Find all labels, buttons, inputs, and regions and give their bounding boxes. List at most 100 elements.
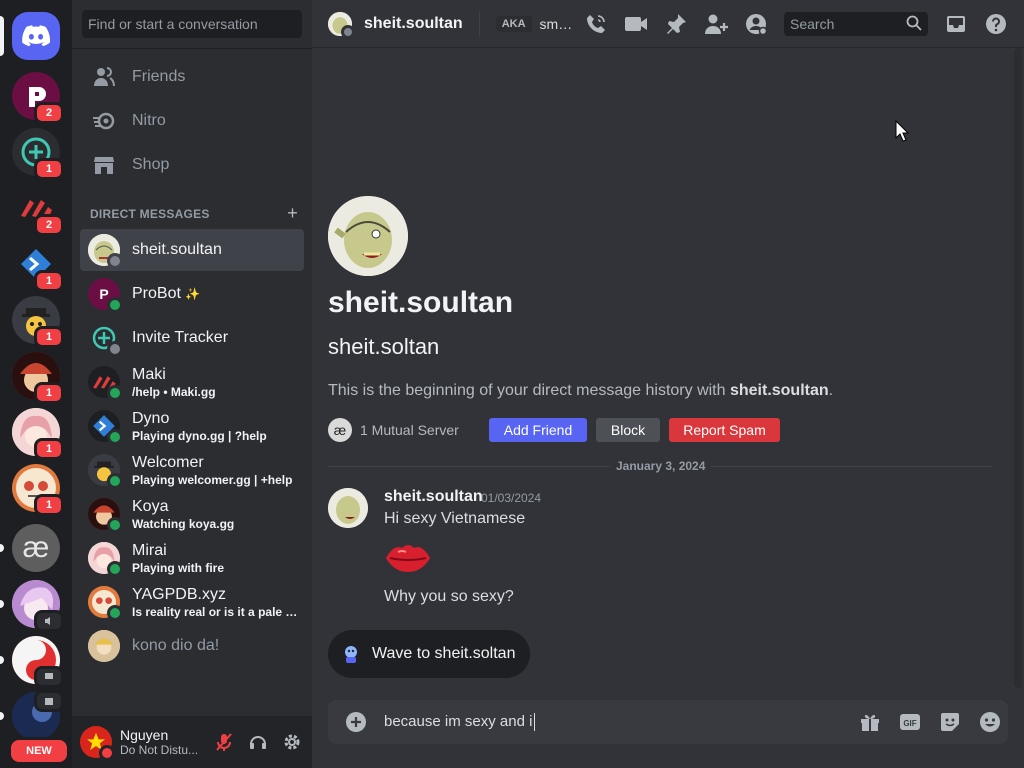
dm-activity: /help • Maki.gg xyxy=(132,384,216,399)
wave-button[interactable]: Wave to sheit.soltan xyxy=(328,630,530,678)
nav-label: Shop xyxy=(132,156,170,173)
gift-icon[interactable] xyxy=(858,710,882,734)
dm-row-sheit-soultan[interactable]: sheit.soultan xyxy=(80,229,304,271)
nav-shop[interactable]: Shop xyxy=(80,144,304,186)
unread-badge: 2 xyxy=(34,214,64,236)
profile-avatar[interactable] xyxy=(328,196,408,276)
create-dm-button[interactable]: + xyxy=(287,203,298,224)
server-ae[interactable]: æ xyxy=(12,524,60,572)
inbox-icon[interactable] xyxy=(944,12,968,36)
chat-title[interactable]: sheit.soultan xyxy=(364,15,463,33)
status-indicator xyxy=(107,561,123,577)
nav-friends[interactable]: Friends xyxy=(80,56,304,98)
dm-activity: Playing dyno.gg | ?help xyxy=(132,428,267,443)
emoji-icon[interactable] xyxy=(978,710,1002,734)
dm-row-invite-tracker[interactable]: Invite Tracker xyxy=(80,317,304,359)
unread-badge: 1 xyxy=(34,494,64,516)
date-divider-label: January 3, 2024 xyxy=(610,459,712,473)
dm-row-probot[interactable]: P ProBot ✨ xyxy=(80,273,304,315)
unread-badge: 1 xyxy=(34,326,64,348)
settings-gear-icon[interactable] xyxy=(280,730,304,754)
calendar-icon xyxy=(34,690,64,712)
headphones-icon[interactable] xyxy=(246,730,270,754)
find-conversation-input[interactable]: Find or start a conversation xyxy=(82,10,302,38)
search-placeholder: Search xyxy=(790,16,835,32)
new-badge[interactable]: NEW xyxy=(8,737,70,765)
nav-nitro[interactable]: Nitro xyxy=(80,100,304,142)
home-button[interactable] xyxy=(12,12,60,60)
sticker-icon[interactable] xyxy=(938,710,962,734)
status-indicator xyxy=(107,385,123,401)
main-chat: sheit.soultan AKA smell... Search sheit.… xyxy=(312,0,1024,768)
server-maki[interactable]: 2 xyxy=(12,184,64,236)
user-panel: Nguyen Do Not Distu... xyxy=(72,716,312,768)
add-friends-to-dm-icon[interactable] xyxy=(704,12,728,36)
server-welcomer[interactable]: 1 xyxy=(12,296,64,348)
chat-scrollbar[interactable] xyxy=(1014,48,1022,688)
user-profile-icon[interactable] xyxy=(744,12,768,36)
dm-row-kono-dio-da[interactable]: kono dio da! xyxy=(80,625,304,667)
discord-logo-icon xyxy=(12,12,60,60)
scrollbar-track xyxy=(1014,48,1022,688)
server-anime[interactable] xyxy=(12,580,64,632)
dm-row-mirai[interactable]: Mirai Playing with fire xyxy=(80,537,304,579)
mutual-servers-link[interactable]: æ 1 Mutual Server xyxy=(328,418,459,442)
dm-row-welcomer[interactable]: Welcomer Playing welcomer.gg | +help xyxy=(80,449,304,491)
report-spam-button[interactable]: Report Spam xyxy=(669,418,780,442)
unread-badge: 1 xyxy=(34,270,64,292)
unread-badge: 1 xyxy=(34,438,64,460)
dm-header-label: DIRECT MESSAGES xyxy=(90,207,210,221)
dm-row-koya[interactable]: Koya Watching koya.gg xyxy=(80,493,304,535)
dm-row-yagpdb[interactable]: YAGPDB.xyz Is reality real or is it a pa… xyxy=(80,581,304,623)
status-indicator xyxy=(341,24,355,39)
add-friend-button[interactable]: Add Friend xyxy=(489,418,587,442)
avatar xyxy=(88,366,123,401)
server-yagpdb[interactable]: 1 xyxy=(12,464,64,516)
server-probot[interactable]: 2 xyxy=(12,72,64,124)
unread-indicator xyxy=(0,656,4,664)
voice-call-icon[interactable] xyxy=(584,12,608,36)
user-avatar[interactable] xyxy=(80,726,115,761)
kiss-lips-icon xyxy=(384,538,432,582)
sparkle-icon: ✨ xyxy=(185,287,201,301)
avatar xyxy=(88,542,123,577)
dm-name: Invite Tracker xyxy=(132,329,229,346)
block-button[interactable]: Block xyxy=(596,418,660,442)
ae-server-icon: æ xyxy=(12,524,60,572)
server-koya[interactable]: 1 xyxy=(12,352,64,404)
unread-badge: 2 xyxy=(34,102,64,124)
avatar xyxy=(88,322,123,357)
unread-indicator xyxy=(0,600,4,608)
status-indicator xyxy=(107,297,123,313)
dm-row-dyno[interactable]: Dyno Playing dyno.gg | ?help xyxy=(80,405,304,447)
dm-activity: Is reality real or is it a pale illu... xyxy=(132,604,298,619)
dm-name: Koya xyxy=(132,497,169,515)
aka-tag: AKA xyxy=(495,15,532,32)
help-icon[interactable] xyxy=(984,12,1008,36)
server-mirai[interactable]: 1 xyxy=(12,408,64,460)
message-input[interactable]: because im sexy and i xyxy=(384,713,536,732)
wave-button-label: Wave to sheit.soltan xyxy=(372,645,516,662)
message-text: Why you so sexy? xyxy=(384,588,514,605)
message-author[interactable]: sheit.soultan xyxy=(384,488,483,506)
server-dyno[interactable]: 1 xyxy=(12,240,64,292)
message-avatar[interactable] xyxy=(328,488,368,528)
search-input[interactable]: Search xyxy=(784,12,928,36)
gif-icon[interactable]: GIF xyxy=(898,710,922,734)
dm-row-maki[interactable]: Maki /help • Maki.gg xyxy=(80,361,304,403)
dm-name: kono dio da! xyxy=(132,637,220,654)
avatar xyxy=(88,498,123,533)
server-invite-tracker[interactable]: 1 xyxy=(12,128,64,180)
video-call-icon[interactable] xyxy=(624,12,648,36)
intro-prefix: This is the beginning of your direct mes… xyxy=(328,382,730,399)
server-dark[interactable] xyxy=(12,690,64,740)
message-composer[interactable]: because im sexy and i GIF xyxy=(328,700,1008,744)
mutual-server-text: 1 Mutual Server xyxy=(360,422,459,438)
user-status: Do Not Distu... xyxy=(120,743,199,757)
mute-mic-icon[interactable] xyxy=(212,730,236,754)
unread-indicator xyxy=(0,544,4,552)
pinned-messages-icon[interactable] xyxy=(664,12,688,36)
avatar xyxy=(88,630,120,662)
server-yin[interactable] xyxy=(12,636,64,688)
add-attachment-icon[interactable] xyxy=(344,710,368,734)
